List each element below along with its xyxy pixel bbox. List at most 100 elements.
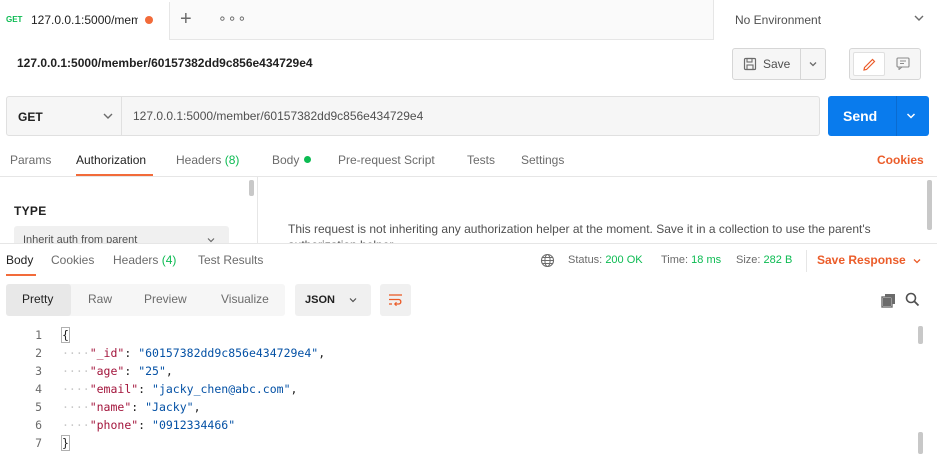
code-line: 6 ····"phone": "0912334466" xyxy=(0,416,910,434)
indent-guide: ···· xyxy=(62,400,90,414)
response-status: Status: 200 OK xyxy=(568,254,643,266)
json-value: "0912334466" xyxy=(152,418,236,432)
save-button[interactable]: Save xyxy=(733,49,800,79)
response-tab-cookies[interactable]: Cookies xyxy=(51,253,94,267)
json-key: "_id" xyxy=(89,346,125,360)
code-text: } xyxy=(61,435,70,451)
comments-button[interactable] xyxy=(888,52,918,76)
auth-message: This request is not inheriting any autho… xyxy=(288,222,871,243)
tab-params[interactable]: Params xyxy=(10,153,51,167)
tab-label: Headers xyxy=(176,153,222,167)
send-divider xyxy=(896,96,897,136)
auth-type-scrollbar[interactable] xyxy=(249,180,254,196)
tab-label: Params xyxy=(10,153,52,167)
auth-type-label: TYPE xyxy=(14,204,47,218)
save-options-chevron-icon[interactable] xyxy=(807,58,819,70)
search-icon[interactable] xyxy=(905,292,920,307)
line-number: 7 xyxy=(35,436,42,450)
json-value: "25" xyxy=(138,364,166,378)
method-select[interactable]: GET xyxy=(7,97,122,135)
tab-label: Headers xyxy=(113,253,159,267)
indent-guide: ···· xyxy=(62,418,90,432)
tab-tests[interactable]: Tests xyxy=(467,153,495,167)
send-button[interactable]: Send xyxy=(843,108,877,124)
code-text: ····"name": "Jacky", xyxy=(62,400,201,414)
tab-title: 127.0.0.1:5000/member/60157382dd9c856e43… xyxy=(31,13,138,27)
url-bar: GET 127.0.0.1:5000/member/60157382dd9c85… xyxy=(6,96,820,136)
save-icon xyxy=(743,57,757,71)
tab-body[interactable]: Body xyxy=(272,153,312,167)
authorization-pane: TYPE Inherit auth from parent This reque… xyxy=(0,177,937,243)
auth-pane-scrollbar[interactable] xyxy=(927,180,932,230)
json-value: "Jacky" xyxy=(145,400,194,414)
save-response-button[interactable]: Save Response xyxy=(817,253,906,267)
tab-settings[interactable]: Settings xyxy=(521,153,564,167)
response-tab-headers[interactable]: Headers (4) xyxy=(113,253,176,267)
copy-icon[interactable] xyxy=(881,293,896,308)
indent-guide: ···· xyxy=(62,346,90,360)
response-tab-body[interactable]: Body xyxy=(6,253,33,267)
more-tabs-button[interactable]: ∘∘∘ xyxy=(218,10,247,27)
send-options-chevron-icon[interactable] xyxy=(905,110,917,122)
code-text: { xyxy=(61,327,70,343)
line-number: 3 xyxy=(35,364,42,378)
url-input[interactable]: 127.0.0.1:5000/member/60157382dd9c856e43… xyxy=(133,109,423,123)
json-value: "60157382dd9c856e434729e4" xyxy=(138,346,319,360)
json-comma: , xyxy=(165,364,173,378)
json-comma: , xyxy=(318,346,326,360)
open-brace: { xyxy=(61,327,70,343)
tab-authorization[interactable]: Authorization xyxy=(76,153,146,167)
chevron-down-icon[interactable] xyxy=(912,256,922,266)
close-brace: } xyxy=(61,435,70,451)
globe-icon[interactable] xyxy=(540,253,555,268)
tab-label: Body xyxy=(6,253,34,267)
response-tab-test-results[interactable]: Test Results xyxy=(198,253,263,267)
method-label: GET xyxy=(18,110,43,124)
response-body-viewer: 1 { 2 ····"_id": "60157382dd9c856e434729… xyxy=(0,326,937,467)
tab-headers[interactable]: Headers (8) xyxy=(176,153,239,167)
code-line: 2 ····"_id": "60157382dd9c856e434729e4", xyxy=(0,344,910,362)
tab-label: Test Results xyxy=(198,253,264,267)
edit-mode-button[interactable] xyxy=(853,52,885,76)
auth-type-select[interactable]: Inherit auth from parent xyxy=(14,226,229,243)
view-raw-button[interactable]: Raw xyxy=(88,292,112,306)
cookies-link[interactable]: Cookies xyxy=(877,153,924,167)
code-scrollbar-bottom[interactable] xyxy=(918,432,923,454)
line-number: 5 xyxy=(35,400,42,414)
tab-label: Settings xyxy=(521,153,565,167)
tab-pre-request-script[interactable]: Pre-request Script xyxy=(338,153,435,167)
size-value: 282 B xyxy=(763,254,793,266)
request-tab[interactable]: GET 127.0.0.1:5000/member/60157382dd9c85… xyxy=(0,0,170,40)
view-preview-button[interactable]: Preview xyxy=(144,292,187,306)
line-number: 2 xyxy=(35,346,42,360)
status-label: Status: xyxy=(568,254,603,266)
view-pretty-button[interactable]: Pretty xyxy=(22,292,53,306)
tab-label: Body xyxy=(272,153,300,167)
new-tab-button[interactable]: + xyxy=(180,9,192,29)
format-select[interactable]: JSON xyxy=(295,284,371,316)
pencil-icon xyxy=(863,58,876,71)
json-key: "phone" xyxy=(89,418,139,432)
comment-icon xyxy=(896,57,910,70)
body-indicator-icon xyxy=(304,156,312,163)
code-scrollbar-top[interactable] xyxy=(918,326,923,344)
view-mode-tabs: Pretty Raw Preview Visualize xyxy=(6,284,285,316)
response-tabs: Body Cookies Headers (4) Test Results St… xyxy=(0,243,937,276)
tab-label: Cookies xyxy=(51,253,95,267)
json-value: "jacky_chen@abc.com" xyxy=(152,382,291,396)
save-label: Save xyxy=(763,57,791,71)
json-key: "email" xyxy=(89,382,139,396)
chevron-down-icon xyxy=(103,113,113,119)
code-line: 7 } xyxy=(0,434,910,452)
view-visualize-button[interactable]: Visualize xyxy=(221,292,269,306)
environment-select[interactable]: No Environment xyxy=(713,0,937,40)
chevron-down-icon xyxy=(349,298,357,303)
time-label: Time: xyxy=(661,254,689,266)
wrap-lines-button[interactable] xyxy=(380,284,411,316)
unsaved-dot-icon xyxy=(145,16,153,24)
response-size: Size: 282 B xyxy=(736,254,792,266)
headers-count: (8) xyxy=(224,153,240,167)
code-text: ····"phone": "0912334466" xyxy=(62,418,236,432)
response-time: Time: 18 ms xyxy=(661,254,721,266)
code-line: 5 ····"name": "Jacky", xyxy=(0,398,910,416)
